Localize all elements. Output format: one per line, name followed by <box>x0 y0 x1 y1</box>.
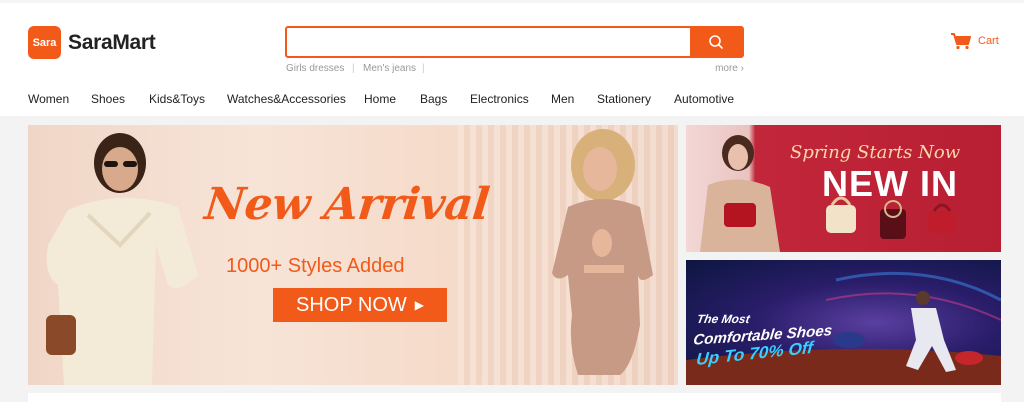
logo-text: SaraMart <box>68 30 156 54</box>
nav-item-electronics[interactable]: Electronics <box>470 92 529 106</box>
promo-line-1: The Most <box>695 312 751 326</box>
more-label: more <box>715 63 738 74</box>
shop-now-button[interactable]: SHOP NOW ▶ <box>273 288 447 322</box>
nav-item-bags[interactable]: Bags <box>420 92 447 106</box>
top-divider <box>0 0 1024 3</box>
nav-item-men[interactable]: Men <box>551 92 574 106</box>
nav-item-stationery[interactable]: Stationery <box>597 92 651 106</box>
cart-label: Cart <box>978 35 999 47</box>
chevron-right-icon: › <box>740 63 744 74</box>
content-strip <box>28 393 1001 402</box>
play-arrow-icon: ▶ <box>414 298 424 312</box>
hot-search-divider: | <box>352 63 355 74</box>
spring-tagline: Spring Starts Now <box>790 142 961 163</box>
nav-item-kids-toys[interactable]: Kids&Toys <box>149 92 205 106</box>
hot-search-item[interactable]: Men's jeans <box>363 63 416 74</box>
model-left-image <box>46 133 198 385</box>
search-icon <box>709 35 723 49</box>
more-link[interactable]: more › <box>715 63 744 74</box>
cart-link[interactable]: Cart <box>950 32 999 50</box>
logo-badge: Sara <box>28 26 61 59</box>
hot-searches: Girls dresses | Men's jeans | more › <box>286 63 744 77</box>
hot-search-divider: | <box>422 63 425 74</box>
new-in-headline: NEW IN <box>822 163 958 204</box>
nav-item-shoes[interactable]: Shoes <box>91 92 125 106</box>
banner-subline: 1000+ Styles Added <box>226 255 405 277</box>
search-input[interactable] <box>287 28 691 56</box>
logo[interactable]: Sara SaraMart <box>28 26 156 59</box>
banner-headline: New Arrival <box>202 179 492 230</box>
nav-item-watches-accessories[interactable]: Watches&Accessories <box>227 92 346 106</box>
nav-item-automotive[interactable]: Automotive <box>674 92 734 106</box>
hero-banner[interactable]: New Arrival 1000+ Styles Added SHOP NOW … <box>28 125 678 385</box>
shop-now-label: SHOP NOW <box>296 293 407 316</box>
model-right-image <box>552 129 653 375</box>
nav-item-women[interactable]: Women <box>28 92 69 106</box>
search-button[interactable] <box>690 28 742 56</box>
cart-icon <box>951 33 971 50</box>
search-bar <box>285 26 744 58</box>
hot-search-item[interactable]: Girls dresses <box>286 63 344 74</box>
nav-item-home[interactable]: Home <box>364 92 396 106</box>
